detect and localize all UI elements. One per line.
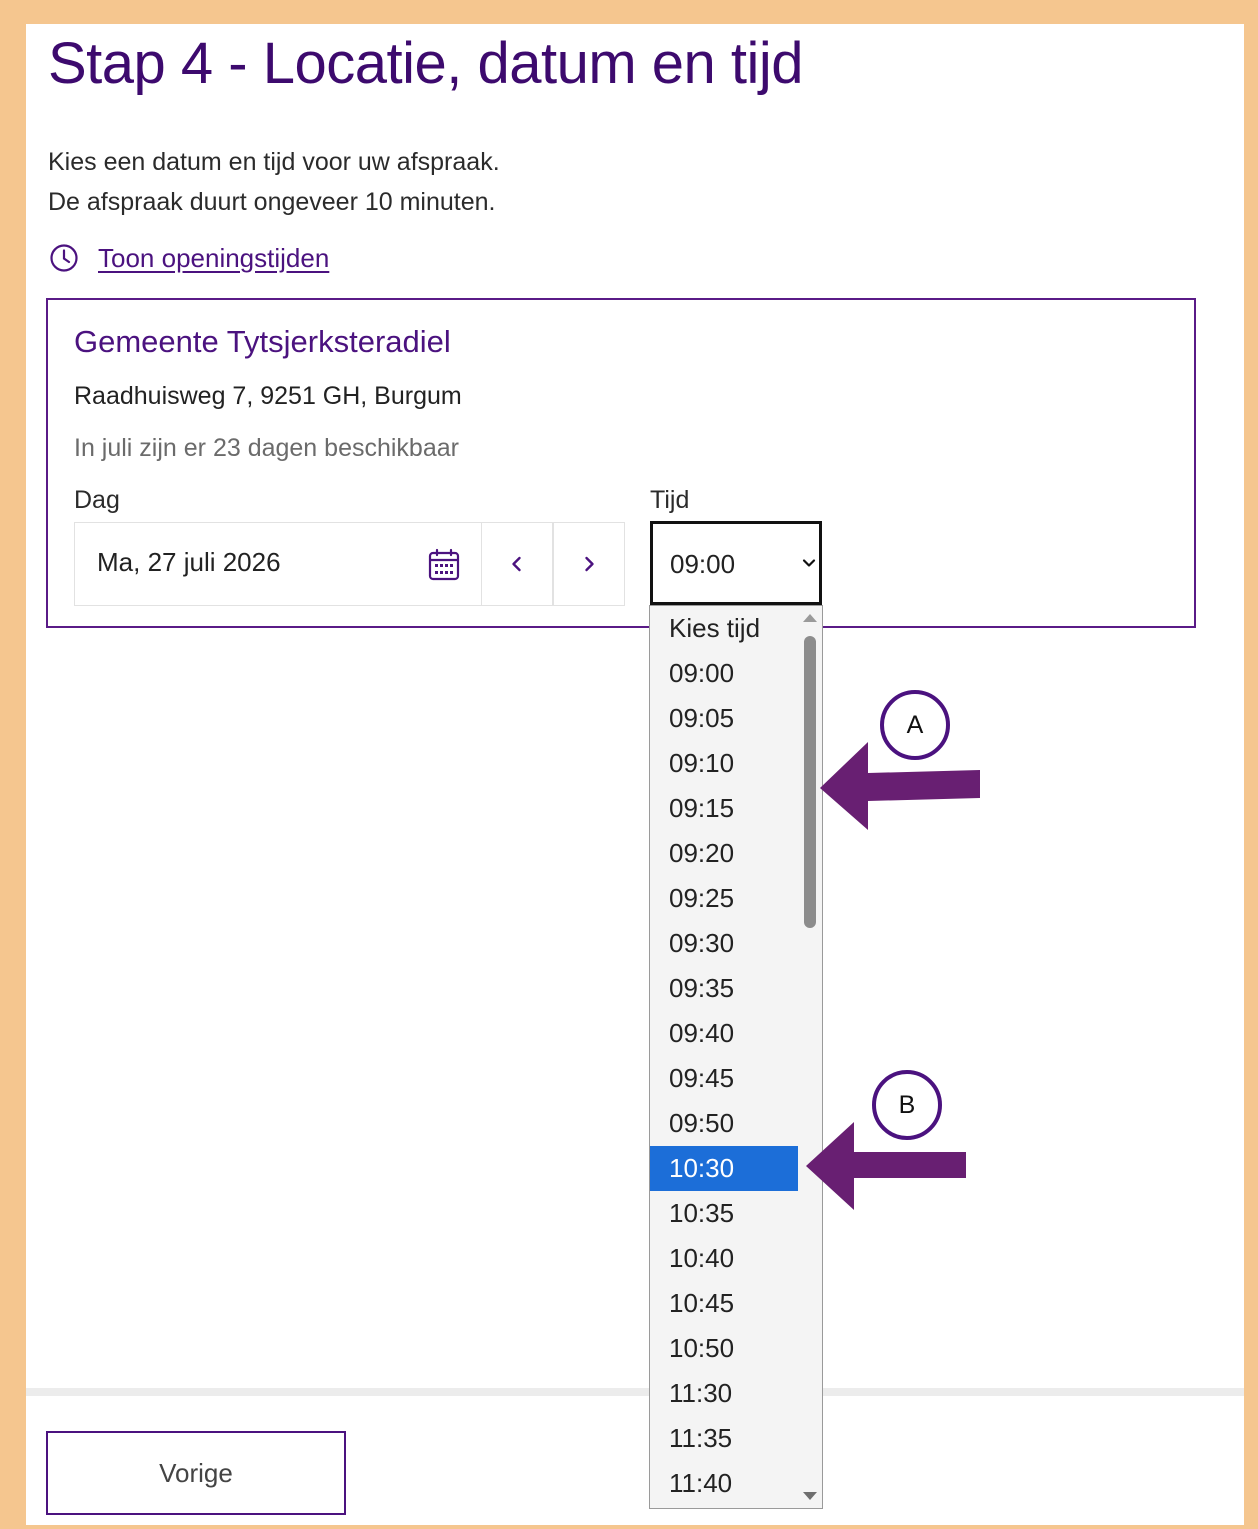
- time-option[interactable]: 11:30: [650, 1371, 798, 1416]
- time-option[interactable]: 09:50: [650, 1101, 798, 1146]
- date-input[interactable]: Ma, 27 juli 2026: [74, 522, 482, 606]
- time-option[interactable]: 09:05: [650, 696, 798, 741]
- location-address: Raadhuisweg 7, 9251 GH, Burgum: [74, 382, 462, 410]
- time-option[interactable]: 11:40: [650, 1461, 798, 1506]
- location-card: Gemeente Tytsjerksteradiel Raadhuisweg 7…: [46, 298, 1196, 628]
- time-option[interactable]: 09:00: [650, 651, 798, 696]
- next-day-button[interactable]: [553, 522, 625, 606]
- time-option[interactable]: 09:20: [650, 831, 798, 876]
- availability-text: In juli zijn er 23 dagen beschikbaar: [74, 434, 459, 462]
- chevron-right-icon: [585, 556, 594, 572]
- callout-b: B: [802, 1068, 972, 1218]
- time-option[interactable]: 09:25: [650, 876, 798, 921]
- time-options: Kies tijd 09:00 09:05 09:10 09:15 09:20 09:25 0…: [650, 606, 798, 1506]
- opening-hours-link[interactable]: Toon openingstijden: [48, 242, 329, 274]
- time-option[interactable]: 10:50: [650, 1326, 798, 1371]
- time-option-placeholder[interactable]: Kies tijd: [650, 606, 798, 651]
- page-frame: Stap 4 - Locatie, datum en tijd Kies een…: [26, 24, 1244, 1525]
- time-option[interactable]: 11:35: [650, 1416, 798, 1461]
- time-select[interactable]: 09:00: [650, 521, 822, 605]
- date-value: Ma, 27 juli 2026: [97, 547, 281, 577]
- time-option[interactable]: 10:45: [650, 1281, 798, 1326]
- time-option[interactable]: 09:45: [650, 1056, 798, 1101]
- time-option[interactable]: 09:35: [650, 966, 798, 1011]
- time-option[interactable]: 09:40: [650, 1011, 798, 1056]
- chevron-down-icon: [802, 559, 816, 567]
- previous-day-button[interactable]: [481, 522, 553, 606]
- time-option[interactable]: 09:10: [650, 741, 798, 786]
- location-name: Gemeente Tytsjerksteradiel: [74, 324, 451, 359]
- date-label: Dag: [74, 486, 120, 514]
- arrow-left-icon: [820, 742, 980, 830]
- footer-divider: [26, 1388, 1244, 1396]
- time-dropdown-list[interactable]: Kies tijd 09:00 09:05 09:10 09:15 09:20 09:25 0…: [649, 605, 823, 1509]
- calendar-icon[interactable]: [427, 548, 461, 582]
- time-label: Tijd: [650, 486, 690, 514]
- callout-a: A: [816, 688, 986, 838]
- scroll-thumb[interactable]: [804, 636, 816, 928]
- arrow-left-icon: [806, 1122, 966, 1210]
- time-option[interactable]: 09:30: [650, 921, 798, 966]
- time-option[interactable]: 10:30: [650, 1146, 798, 1191]
- time-option[interactable]: 10:35: [650, 1191, 798, 1236]
- chevron-left-icon: [512, 556, 521, 572]
- intro-text-line2: De afspraak duurt ongeveer 10 minuten.: [48, 188, 496, 216]
- intro-text-line1: Kies een datum en tijd voor uw afspraak.: [48, 148, 500, 176]
- clock-icon: [50, 244, 78, 272]
- page-title: Stap 4 - Locatie, datum en tijd: [48, 31, 804, 96]
- time-option[interactable]: 09:15: [650, 786, 798, 831]
- previous-button[interactable]: Vorige: [46, 1431, 346, 1515]
- scroll-up-arrow[interactable]: [803, 614, 817, 622]
- scroll-down-arrow[interactable]: [803, 1492, 817, 1500]
- opening-hours-link-label[interactable]: Toon openingstijden: [98, 243, 329, 274]
- time-option[interactable]: 10:40: [650, 1236, 798, 1281]
- time-select-value: 09:00: [670, 549, 736, 579]
